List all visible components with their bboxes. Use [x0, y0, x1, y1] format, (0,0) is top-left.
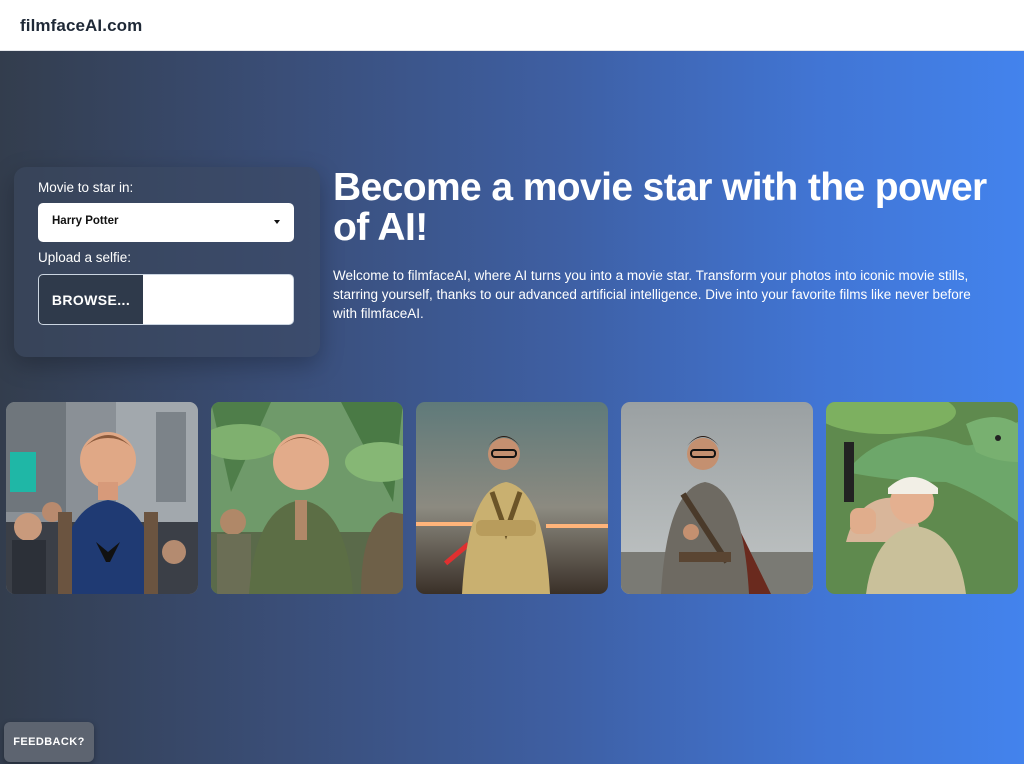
selfie-file-input[interactable]: BROWSE... [38, 274, 294, 325]
hero-description: Welcome to filmfaceAI, where AI turns yo… [333, 268, 971, 321]
movie-select-value: Harry Potter [52, 215, 119, 227]
gallery-image-dinosaur [826, 402, 1018, 594]
gallery-image-knight [621, 402, 813, 594]
feedback-button[interactable]: FEEDBACK? [4, 722, 94, 762]
page-title: Become a movie star with the power of AI… [333, 166, 987, 249]
movie-select[interactable]: Harry Potter [38, 203, 294, 242]
top-navbar: filmfaceAI.com [0, 0, 1024, 51]
brand-logo-text[interactable]: filmfaceAI.com [20, 16, 142, 36]
selfie-upload-label: Upload a selfie: [38, 250, 132, 265]
gallery-image-jedi [416, 402, 608, 594]
gallery-image-city-crowd [6, 402, 198, 594]
movie-select-label: Movie to star in: [38, 180, 134, 195]
chevron-down-icon [274, 220, 280, 224]
browse-button[interactable]: BROWSE... [39, 275, 143, 324]
gallery-image-jungle-explorer [211, 402, 403, 594]
